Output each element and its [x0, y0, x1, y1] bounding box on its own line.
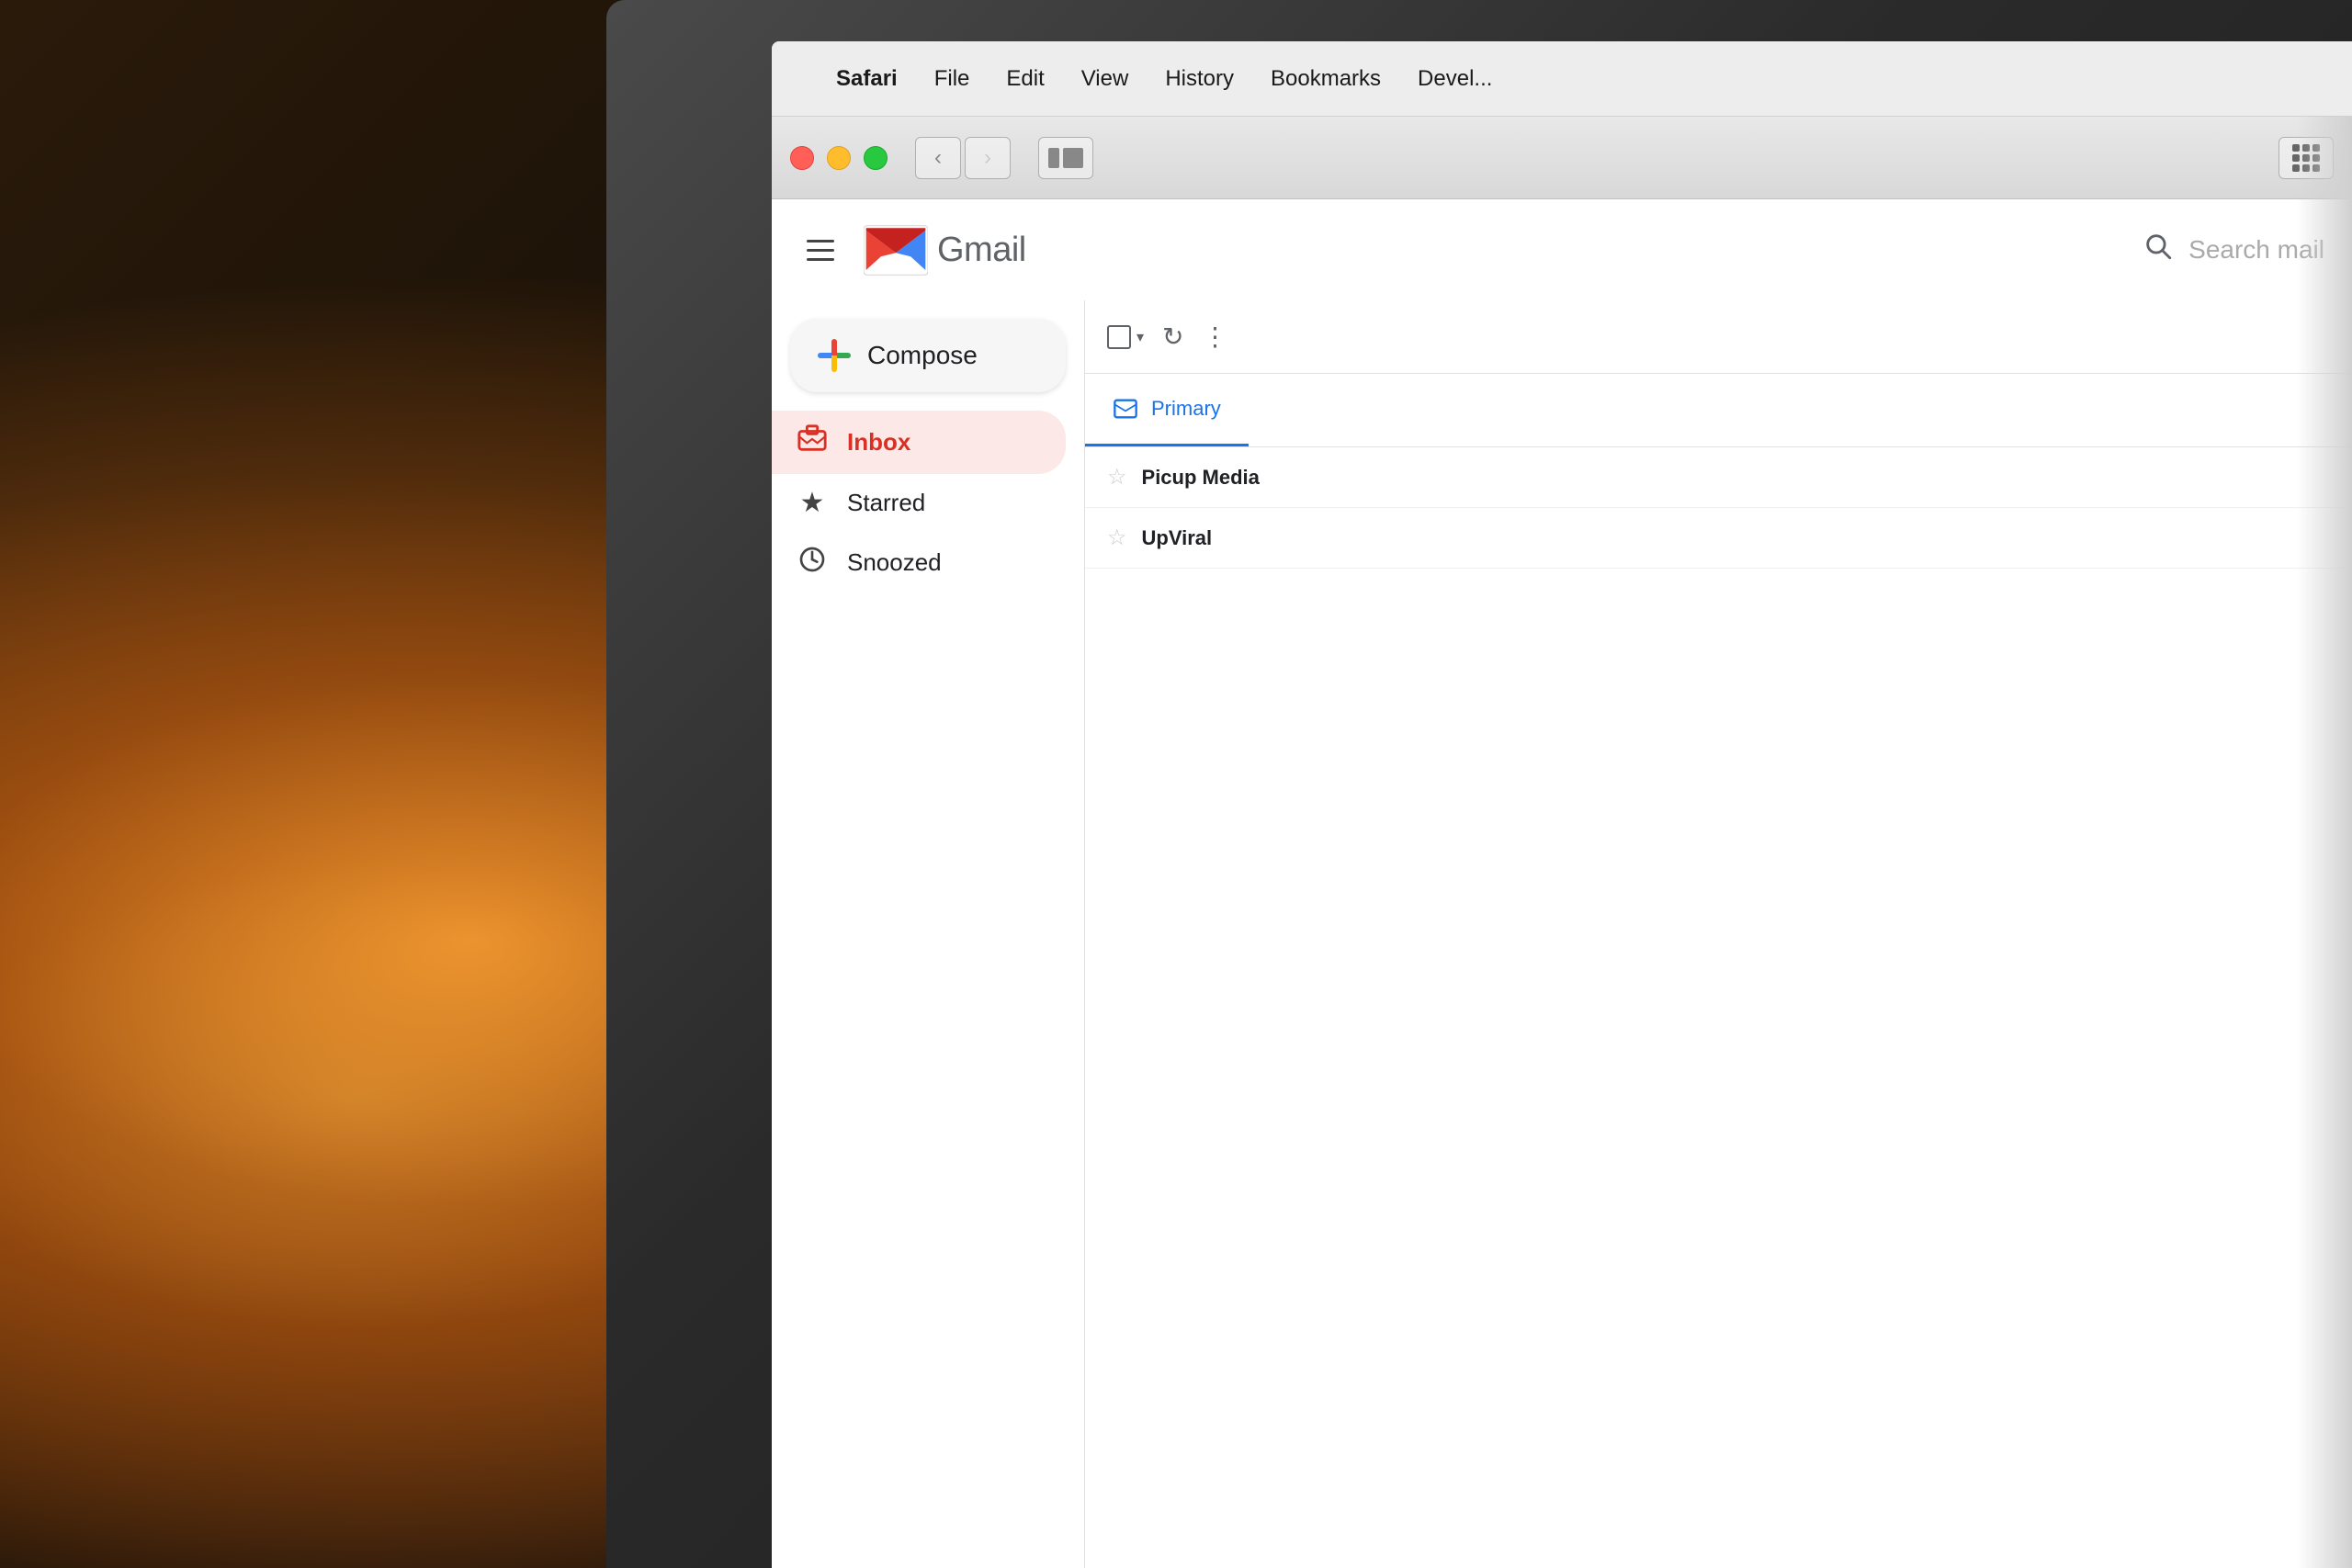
- sidebar-inbox-label: Inbox: [847, 428, 910, 457]
- gmail-app: Gmail Search mail: [772, 199, 2352, 1568]
- category-tabs: Primary: [1085, 374, 2352, 447]
- more-actions-button[interactable]: ⋮: [1203, 321, 1230, 352]
- star-toggle-icon[interactable]: ☆: [1107, 525, 1127, 551]
- forward-icon: ›: [984, 145, 991, 171]
- menubar-bookmarks[interactable]: Bookmarks: [1271, 66, 1381, 92]
- close-button[interactable]: [790, 146, 814, 170]
- hamburger-line: [807, 249, 834, 252]
- menubar-edit[interactable]: Edit: [1006, 66, 1044, 92]
- minimize-button[interactable]: [827, 146, 851, 170]
- traffic-lights: [790, 146, 888, 170]
- laptop-frame: Safari File Edit View History Bookmarks …: [606, 0, 2352, 1568]
- table-row[interactable]: ☆ UpViral: [1085, 508, 2352, 569]
- email-sender: UpViral: [1142, 526, 1326, 550]
- gmail-main: Compose Inbox: [772, 300, 2352, 1568]
- sidebar-toggle-icon: [1048, 148, 1083, 168]
- search-placeholder: Search mail: [2188, 235, 2324, 265]
- tab-primary-label: Primary: [1151, 397, 1221, 421]
- gmail-sidebar: Compose Inbox: [772, 300, 1084, 1568]
- menubar-file[interactable]: File: [934, 66, 970, 92]
- tabs-overview-button[interactable]: [2278, 137, 2334, 179]
- screen-bezel: Safari File Edit View History Bookmarks …: [606, 0, 2352, 1568]
- sidebar-item-inbox[interactable]: Inbox: [772, 411, 1066, 474]
- search-icon: [2143, 231, 2174, 269]
- checkbox-icon: [1107, 325, 1131, 349]
- menubar-view[interactable]: View: [1081, 66, 1129, 92]
- refresh-button[interactable]: ↻: [1162, 321, 1183, 352]
- menu-button[interactable]: [799, 232, 842, 268]
- search-area[interactable]: Search mail: [2143, 231, 2324, 269]
- menubar-safari[interactable]: Safari: [836, 66, 898, 92]
- gmail-top-bar: Gmail Search mail: [772, 199, 2352, 300]
- forward-button[interactable]: ›: [965, 137, 1011, 179]
- menubar-develop[interactable]: Devel...: [1418, 66, 1492, 92]
- grid-icon: [2292, 144, 2320, 172]
- maximize-button[interactable]: [864, 146, 888, 170]
- gmail-logo[interactable]: Gmail: [864, 225, 1026, 276]
- hamburger-line: [807, 258, 834, 261]
- compose-label: Compose: [867, 341, 978, 370]
- dropdown-arrow-icon: ▾: [1136, 328, 1144, 346]
- back-icon: ‹: [934, 145, 942, 171]
- primary-inbox-icon: [1113, 396, 1138, 422]
- compose-button[interactable]: Compose: [790, 319, 1066, 392]
- menubar-history[interactable]: History: [1165, 66, 1234, 92]
- gmail-m-icon: [864, 225, 928, 276]
- nav-buttons: ‹ ›: [915, 137, 1011, 179]
- sidebar-item-starred[interactable]: ★ Starred: [772, 474, 1066, 532]
- email-sender: Picup Media: [1142, 466, 1326, 490]
- table-row[interactable]: ☆ Picup Media: [1085, 447, 2352, 508]
- screen-content: Safari File Edit View History Bookmarks …: [772, 41, 2352, 1568]
- back-button[interactable]: ‹: [915, 137, 961, 179]
- star-toggle-icon[interactable]: ☆: [1107, 464, 1127, 491]
- email-list-toolbar: ▾ ↻ ⋮: [1085, 300, 2352, 374]
- snoozed-icon: [796, 545, 829, 581]
- email-list-area: ▾ ↻ ⋮ Primary: [1084, 300, 2352, 1568]
- macos-menubar: Safari File Edit View History Bookmarks …: [772, 41, 2352, 117]
- sidebar-toggle-button[interactable]: [1038, 137, 1093, 179]
- compose-plus-icon: [818, 339, 851, 372]
- select-all-checkbox[interactable]: ▾: [1107, 325, 1144, 349]
- hamburger-line: [807, 240, 834, 243]
- star-icon: ★: [796, 487, 829, 519]
- sidebar-item-snoozed[interactable]: Snoozed: [772, 532, 1066, 593]
- sidebar-starred-label: Starred: [847, 489, 925, 517]
- gmail-wordmark: Gmail: [937, 231, 1026, 270]
- tab-primary[interactable]: Primary: [1085, 374, 1249, 446]
- sidebar-snoozed-label: Snoozed: [847, 548, 942, 577]
- browser-chrome: ‹ ›: [772, 117, 2352, 199]
- inbox-icon: [796, 423, 829, 461]
